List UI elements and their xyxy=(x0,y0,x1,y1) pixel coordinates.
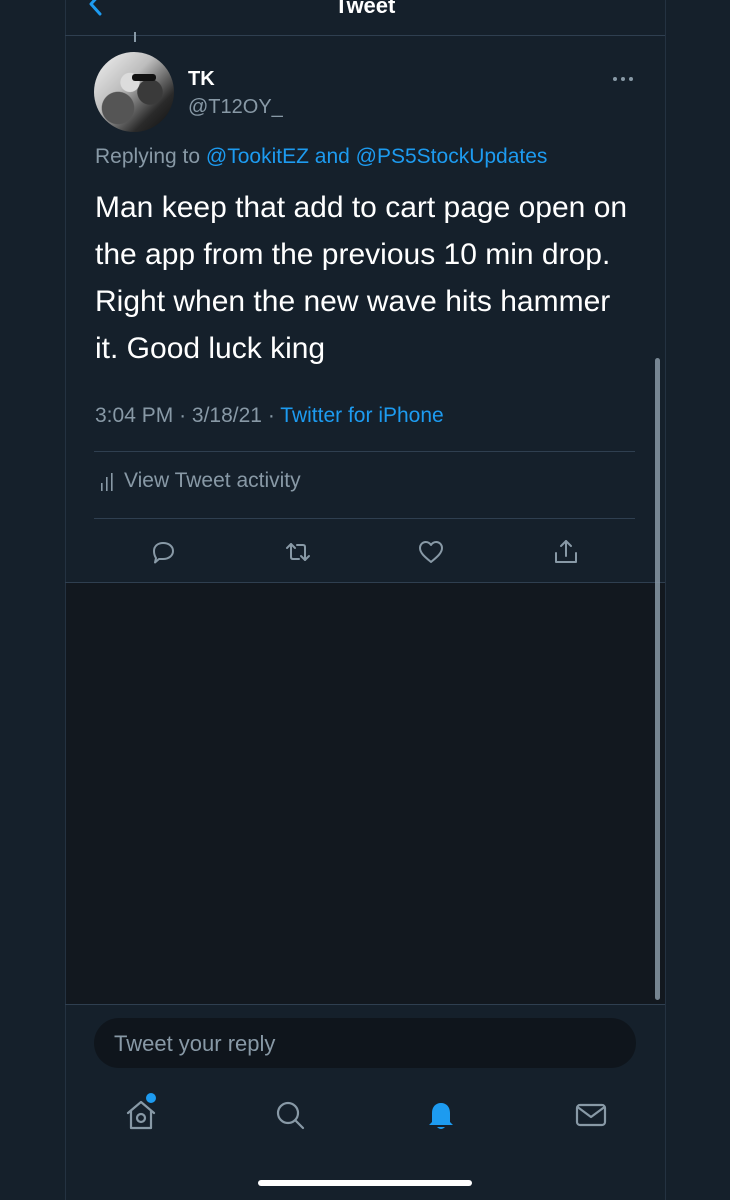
page-title: Tweet xyxy=(334,0,396,18)
tweet-date: 3/18/21 xyxy=(191,404,262,427)
reply-mention-2[interactable]: @PS5StockUpdates xyxy=(356,145,548,168)
tweet-text: Man keep that add to cart page open on t… xyxy=(95,191,628,365)
search-icon[interactable] xyxy=(273,1098,307,1132)
scrollbar[interactable] xyxy=(655,358,660,1000)
view-activity-label: View Tweet activity xyxy=(124,469,301,492)
author-name[interactable]: TK xyxy=(188,68,215,91)
header-bar: Tweet xyxy=(0,0,730,36)
new-content-dot xyxy=(144,1091,158,1105)
share-icon[interactable] xyxy=(551,537,581,567)
thread-connector xyxy=(134,32,136,42)
replying-prefix: Replying to xyxy=(95,145,201,168)
reply-mention-1[interactable]: @TookitEZ xyxy=(206,145,309,168)
replying-to: Replying to @TookitEZ and @PS5StockUpdat… xyxy=(95,145,547,169)
reply-input[interactable] xyxy=(112,1018,616,1070)
meta-separator: · xyxy=(179,404,187,427)
reply-composer[interactable] xyxy=(94,1018,636,1070)
tweet-time: 3:04 PM xyxy=(95,404,174,427)
reply-icon[interactable] xyxy=(148,537,178,567)
home-indicator[interactable] xyxy=(258,1180,472,1186)
avatar[interactable] xyxy=(94,52,174,132)
tweet-source[interactable]: Twitter for iPhone xyxy=(280,404,443,427)
notifications-icon[interactable] xyxy=(424,1098,458,1132)
empty-thread-area xyxy=(65,583,665,1005)
meta-separator: · xyxy=(267,404,275,427)
messages-icon[interactable] xyxy=(574,1098,608,1132)
more-options-icon[interactable] xyxy=(610,70,636,88)
divider xyxy=(94,518,635,519)
tweet-meta: 3:04 PM · 3/18/21 · Twitter for iPhone xyxy=(95,404,444,428)
bar-chart-icon xyxy=(101,473,113,491)
column-border-left xyxy=(65,0,66,1200)
column-border-right xyxy=(665,0,666,1200)
author-handle[interactable]: @T12OY_ xyxy=(188,96,283,119)
reply-conjunction: and xyxy=(314,145,350,168)
retweet-icon[interactable] xyxy=(283,537,313,567)
actions-divider xyxy=(65,582,665,583)
header-divider xyxy=(65,35,665,36)
like-icon[interactable] xyxy=(416,537,446,567)
composer-divider xyxy=(65,1004,665,1005)
avatar-detail xyxy=(132,74,156,81)
divider xyxy=(94,451,635,452)
